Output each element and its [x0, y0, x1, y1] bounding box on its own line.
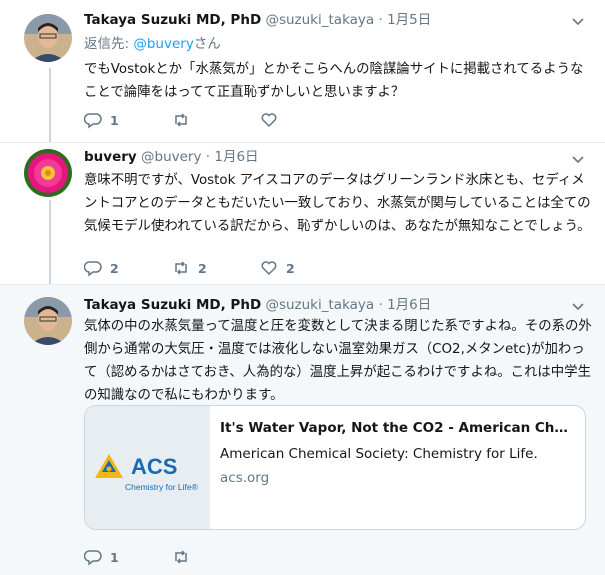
reply-icon	[84, 261, 102, 277]
tweet-date[interactable]: 1月6日	[387, 297, 431, 313]
reply-prefix: 返信先:	[84, 36, 134, 52]
retweet-icon	[175, 261, 187, 275]
display-name[interactable]: Takaya Suzuki MD, PhD	[84, 12, 261, 28]
like-button[interactable]	[260, 111, 300, 129]
tweet-actions: 1	[84, 110, 348, 130]
card-domain: acs.org	[220, 470, 270, 486]
tweet-header: Takaya Suzuki MD, PhD @suzuki_takaya · 1…	[84, 295, 431, 315]
reply-button[interactable]: 2	[84, 259, 124, 277]
tweet-date[interactable]: 1月6日	[214, 149, 258, 165]
user-handle[interactable]: @buvery	[141, 149, 201, 165]
acs-logo-text: ACS	[131, 454, 177, 479]
reply-count: 2	[110, 260, 119, 276]
reply-button[interactable]: 1	[84, 548, 124, 566]
chevron-down-icon[interactable]	[571, 152, 585, 166]
avatar[interactable]	[24, 14, 72, 62]
retweet-button[interactable]	[172, 111, 212, 129]
user-handle[interactable]: @suzuki_takaya	[265, 12, 374, 28]
reply-count: 1	[110, 112, 119, 128]
tweet-actions: 1	[84, 547, 260, 567]
tweet-text: 意味不明ですが、Vostok アイスコアのデータはグリーンランド氷床とも、セディ…	[84, 173, 591, 234]
retweet-button[interactable]	[172, 548, 212, 566]
reply-icon	[84, 113, 102, 129]
tweet-text: でもVostokとか「水蒸気が」とかそこらへんの陰謀論サイトに掲載されてるような…	[84, 62, 584, 100]
user-handle[interactable]: @suzuki_takaya	[265, 297, 374, 313]
tweet-date[interactable]: 1月5日	[387, 12, 431, 28]
display-name[interactable]: buvery	[84, 149, 137, 165]
reply-button[interactable]: 1	[84, 111, 124, 129]
display-name[interactable]: Takaya Suzuki MD, PhD	[84, 297, 261, 313]
separator-dot: ·	[378, 297, 383, 313]
tweet[interactable]: buvery @buvery · 1月6日 意味不明ですが、Vostok アイス…	[0, 143, 605, 284]
card-text: It's Water Vapor, Not the CO2 - American…	[220, 418, 575, 488]
like-button[interactable]: 2	[260, 259, 300, 277]
tweet-header: Takaya Suzuki MD, PhD @suzuki_takaya · 1…	[84, 10, 431, 30]
reply-mention-link[interactable]: @buvery	[133, 36, 193, 52]
heart-icon	[261, 113, 277, 128]
acs-logo-tagline: Chemistry for Life®	[125, 482, 199, 492]
chevron-down-icon[interactable]	[571, 14, 585, 28]
chevron-down-icon[interactable]	[571, 299, 585, 313]
separator-dot: ·	[205, 149, 211, 165]
card-title[interactable]: It's Water Vapor, Not the CO2 - American…	[220, 418, 575, 438]
tweet-header: buvery @buvery · 1月6日	[84, 147, 259, 167]
avatar[interactable]	[24, 297, 72, 345]
retweet-icon	[175, 113, 187, 127]
like-count: 2	[286, 260, 295, 276]
tweet-text: 気体の中の水蒸気量って温度と圧を変数として決まる閉じた系ですよね。その系の外側か…	[84, 319, 592, 403]
retweet-button[interactable]: 2	[172, 259, 212, 277]
heart-icon	[261, 261, 277, 276]
separator-dot: ·	[378, 12, 383, 28]
reply-suffix: さん	[193, 36, 221, 52]
acs-logo: ACS Chemistry for Life®	[85, 406, 210, 529]
reply-count: 1	[110, 549, 119, 565]
card-description: American Chemical Society: Chemistry for…	[220, 446, 538, 462]
link-card[interactable]: ACS Chemistry for Life® It's Water Vapor…	[84, 405, 586, 530]
avatar[interactable]	[24, 149, 72, 197]
retweet-count: 2	[198, 260, 207, 276]
reply-icon	[84, 550, 102, 566]
tweet-actions: 2 2 2	[84, 258, 348, 278]
retweet-icon	[175, 550, 187, 564]
reply-context: 返信先: @buveryさん	[84, 34, 221, 54]
tweet[interactable]: Takaya Suzuki MD, PhD @suzuki_takaya · 1…	[0, 0, 605, 142]
